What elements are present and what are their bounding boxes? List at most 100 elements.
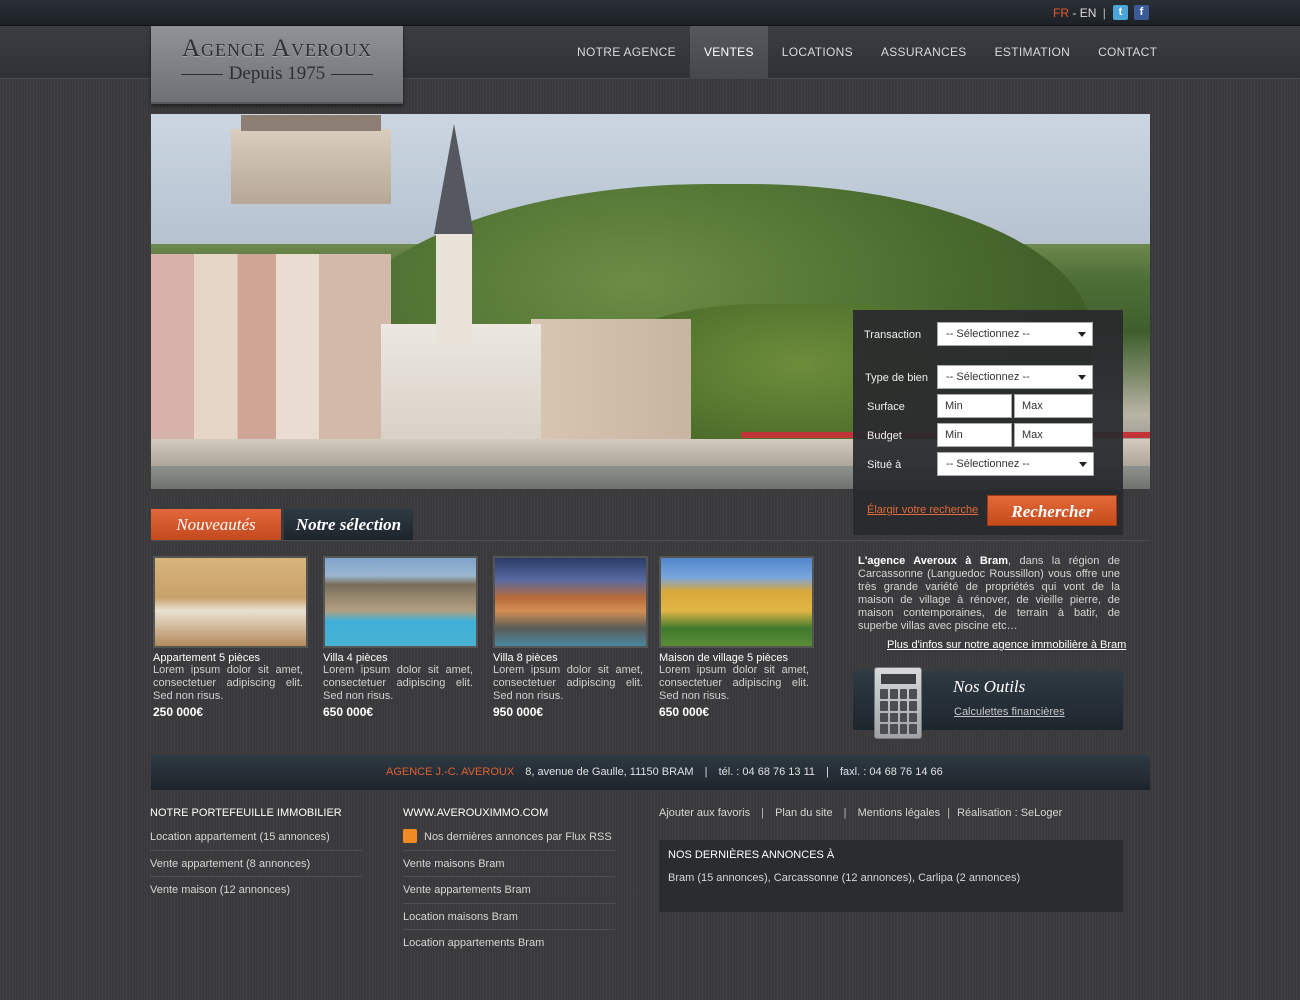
logo[interactable]: Agence Averoux Depuis 1975 [151, 26, 403, 104]
chevron-down-icon [1078, 375, 1086, 380]
listing-card[interactable]: Villa 4 pièces Lorem ipsum dolor sit ame… [323, 556, 478, 719]
list-item[interactable]: Location maisons Bram [403, 904, 615, 930]
budget-max-input[interactable]: Max [1014, 423, 1093, 447]
search-panel: Transaction -- Sélectionnez -- Type de b… [853, 310, 1123, 535]
footer-separator: | [704, 766, 708, 778]
listing-title[interactable]: Maison de village 5 pièces [659, 652, 814, 664]
logo-title: Agence Averoux [182, 35, 372, 62]
lang-fr-link[interactable]: FR [1053, 6, 1069, 20]
listing-card[interactable]: Appartement 5 pièces Lorem ipsum dolor s… [153, 556, 308, 719]
surface-label: Surface [867, 401, 905, 413]
list-item[interactable]: Vente maison (12 annonces) [150, 877, 362, 904]
listing-description: Lorem ipsum dolor sit amet, consectetuer… [493, 664, 643, 702]
footer-agency-name: AGENCE J.-C. AVEROUX [386, 766, 515, 778]
listing-title[interactable]: Appartement 5 pièces [153, 652, 308, 664]
list-item[interactable]: Vente appartements Bram [403, 877, 615, 904]
surface-max-input[interactable]: Max [1014, 394, 1093, 418]
listing-title[interactable]: Villa 4 pièces [323, 652, 478, 664]
site-title[interactable]: WWW.AVEROUXIMMO.COM [403, 807, 548, 819]
footer-contact-bar: AGENCE J.-C. AVEROUX 8, avenue de Gaulle… [151, 755, 1150, 790]
tab-notre-selection[interactable]: Notre sélection [284, 509, 413, 540]
footer-link-separator: | [761, 807, 765, 819]
listing-photo[interactable] [659, 556, 814, 648]
rss-link[interactable]: Nos dernières annonces par Flux RSS [403, 824, 615, 851]
top-bar: FR - EN | t f [0, 0, 1300, 26]
hero-tower [436, 232, 472, 342]
listing-card[interactable]: Villa 8 pièces Lorem ipsum dolor sit ame… [493, 556, 648, 719]
portefeuille-list: Location appartement (15 annonces) Vente… [150, 824, 362, 904]
hero-church [381, 324, 541, 454]
calculator-icon [874, 667, 922, 739]
hero-buildings [151, 254, 391, 454]
footer-contact: AGENCE J.-C. AVEROUX 8, avenue de Gaulle… [386, 755, 943, 790]
footer-address: 8, avenue de Gaulle, 11150 BRAM [525, 766, 694, 778]
rss-label: Nos dernières annonces par Flux RSS [424, 831, 612, 843]
footer-separator: | [826, 766, 829, 778]
nav-ventes[interactable]: VENTES [689, 26, 768, 79]
chevron-down-icon [1078, 332, 1086, 337]
lang-en-link[interactable]: EN [1080, 6, 1097, 20]
surface-min-input[interactable]: Min [937, 394, 1012, 418]
calculettes-link[interactable]: Calculettes financières [954, 706, 1065, 718]
nav-assurances[interactable]: ASSURANCES [867, 26, 981, 79]
lang-divider: | [1102, 6, 1106, 20]
facebook-icon[interactable]: f [1134, 5, 1149, 20]
budget-label: Budget [867, 430, 902, 442]
rechercher-button[interactable]: Rechercher [987, 495, 1117, 526]
type-bien-label: Type de bien [865, 372, 928, 384]
nav-notre-agence[interactable]: NOTRE AGENCE [563, 26, 690, 79]
hero-chateau [231, 115, 391, 204]
logo-subtitle-row: Depuis 1975 [151, 63, 403, 85]
dernieres-annonces-title: NOS DERNIÈRES ANNONCES À [668, 849, 835, 861]
calculator-keys [880, 689, 917, 734]
situe-select[interactable]: -- Sélectionnez -- [937, 452, 1094, 476]
realisation-link[interactable]: Réalisation : SeLoger [957, 807, 1062, 819]
rss-icon [403, 829, 417, 844]
agency-about-bold: L'agence Averoux à Bram [858, 555, 1008, 567]
budget-min-input[interactable]: Min [937, 423, 1012, 447]
nav-estimation[interactable]: ESTIMATION [981, 26, 1084, 79]
agency-about: L'agence Averoux à Bram, dans la région … [858, 555, 1120, 633]
footer-links: Ajouter aux favoris | Plan du site | Men… [659, 807, 1062, 819]
type-bien-select[interactable]: -- Sélectionnez -- [937, 365, 1093, 389]
tab-nouveautes[interactable]: Nouveautés [151, 509, 281, 540]
footer-link-separator: | [843, 807, 847, 819]
hero-houses [531, 319, 691, 439]
listing-photo[interactable] [493, 556, 648, 648]
mentions-legales-link[interactable]: Mentions légales [858, 807, 941, 819]
site-list: Nos dernières annonces par Flux RSS Vent… [403, 824, 615, 957]
logo-rule-right [331, 73, 374, 75]
listing-photo[interactable] [323, 556, 478, 648]
situe-select-value: -- Sélectionnez -- [946, 458, 1030, 470]
list-item[interactable]: Vente appartement (8 annonces) [150, 851, 362, 877]
favoris-link[interactable]: Ajouter aux favoris [659, 807, 750, 819]
listing-price: 650 000€ [659, 705, 710, 719]
transaction-label: Transaction [864, 329, 922, 341]
main-nav: NOTRE AGENCE VENTES LOCATIONS ASSURANCES… [563, 26, 1171, 79]
list-item[interactable]: Location appartement (15 annonces) [150, 824, 362, 851]
elargir-recherche-link[interactable]: Élargir votre recherche [867, 504, 978, 516]
listing-photo[interactable] [153, 556, 308, 648]
type-bien-select-value: -- Sélectionnez -- [946, 371, 1030, 383]
nav-locations[interactable]: LOCATIONS [768, 26, 867, 79]
transaction-select[interactable]: -- Sélectionnez -- [937, 322, 1093, 346]
logo-subtitle: Depuis 1975 [228, 63, 326, 84]
footer-phone: tél. : 04 68 76 13 11 [718, 766, 816, 778]
listing-title[interactable]: Villa 8 pièces [493, 652, 648, 664]
plan-du-site-link[interactable]: Plan du site [775, 807, 832, 819]
list-item[interactable]: Location appartements Bram [403, 930, 615, 957]
calculator-screen [881, 674, 916, 684]
listing-price: 950 000€ [493, 705, 544, 719]
agency-more-info-link[interactable]: Plus d'infos sur notre agence immobilièr… [887, 639, 1126, 651]
listing-description: Lorem ipsum dolor sit amet, consectetuer… [153, 664, 303, 702]
nav-contact[interactable]: CONTACT [1084, 26, 1171, 79]
listing-description: Lorem ipsum dolor sit amet, consectetuer… [323, 664, 473, 702]
logo-rule-left [180, 73, 223, 75]
dernieres-annonces-panel: NOS DERNIÈRES ANNONCES À Bram (15 annonc… [659, 840, 1123, 912]
twitter-icon[interactable]: t [1113, 5, 1128, 20]
listing-price: 650 000€ [323, 705, 374, 719]
portefeuille-title: NOTRE PORTEFEUILLE IMMOBILIER [150, 807, 342, 819]
list-item[interactable]: Vente maisons Bram [403, 851, 615, 877]
listing-card[interactable]: Maison de village 5 pièces Lorem ipsum d… [659, 556, 814, 719]
dernieres-annonces-cities[interactable]: Bram (15 annonces), Carcassonne (12 anno… [668, 872, 1020, 884]
